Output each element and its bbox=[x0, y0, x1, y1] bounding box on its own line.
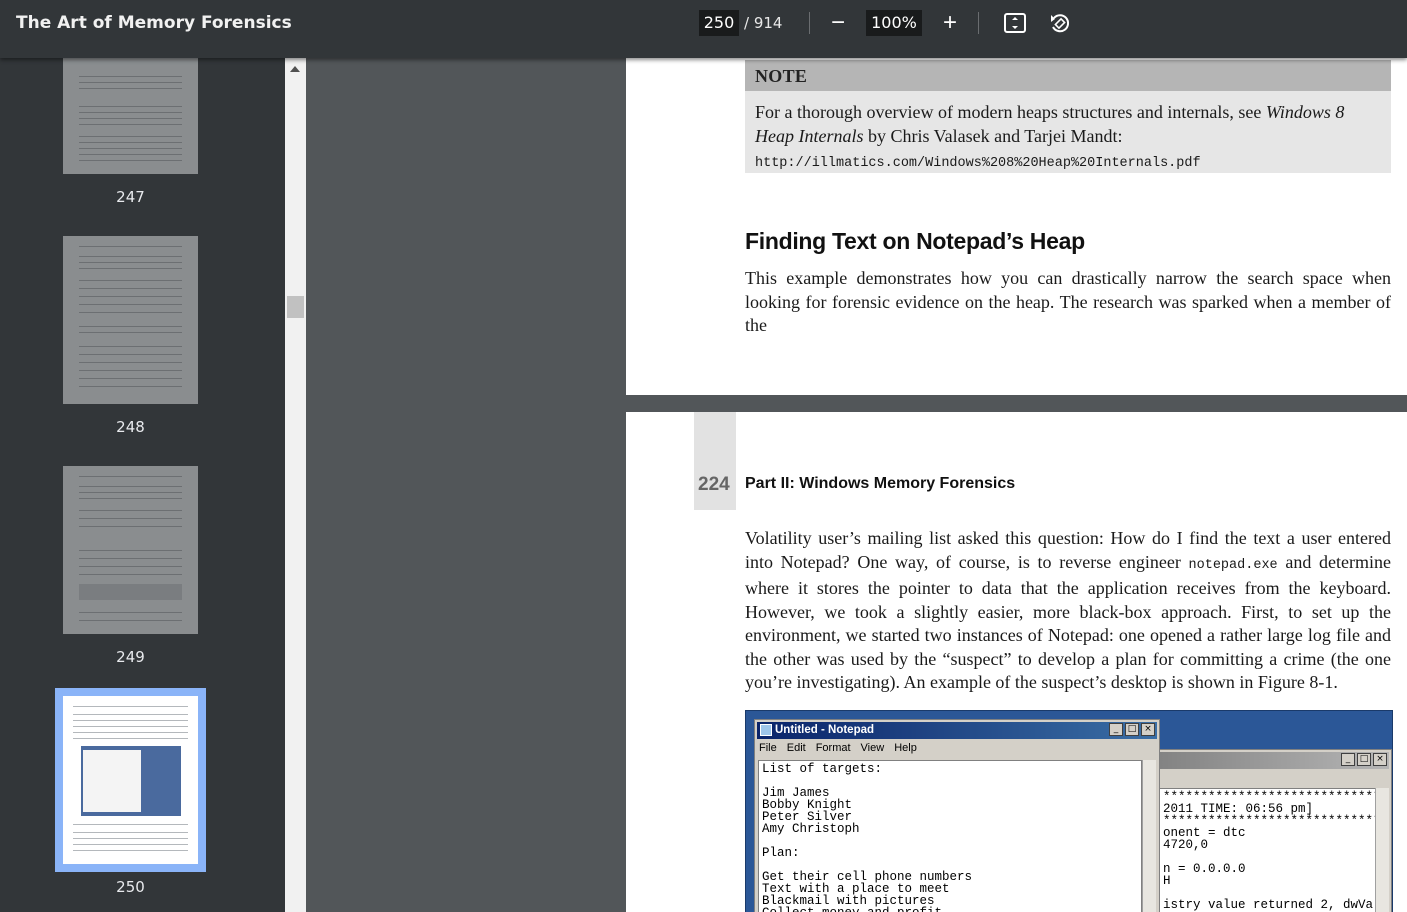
thumbnail-sidebar: 247 248 249 250 bbox=[0, 58, 285, 912]
minimize-icon: _ bbox=[1341, 753, 1355, 766]
note-box: NOTE For a thorough overview of modern h… bbox=[745, 60, 1391, 173]
log-scrollbar bbox=[1375, 788, 1389, 912]
zoom-out-button[interactable]: − bbox=[824, 8, 852, 38]
pdf-page: NOTE For a thorough overview of modern h… bbox=[626, 58, 1407, 395]
thumbnail-page-247[interactable] bbox=[63, 58, 198, 174]
thumbnail-label: 248 bbox=[116, 418, 145, 436]
section-heading: Finding Text on Notepad’s Heap bbox=[745, 228, 1085, 254]
thumbnail-page-250[interactable] bbox=[63, 696, 198, 864]
notepad-scrollbar bbox=[1142, 760, 1156, 912]
notepad-menu: File Edit Format View Help bbox=[759, 742, 917, 754]
paragraph: Volatility user’s mailing list asked thi… bbox=[745, 528, 1391, 692]
paragraph: This example demonstrates how you can dr… bbox=[745, 268, 1391, 335]
toolbar-divider bbox=[978, 12, 979, 34]
minimize-icon: _ bbox=[1109, 723, 1123, 736]
total-pages: / 914 bbox=[744, 14, 783, 32]
note-url[interactable]: http://illmatics.com/Windows%208%20Heap%… bbox=[755, 156, 1201, 171]
notepad-app-icon bbox=[760, 724, 772, 736]
thumbnail-page-248[interactable] bbox=[63, 236, 198, 404]
scrollbar-thumb[interactable] bbox=[287, 296, 304, 318]
log-window: _ □ × **********************************… bbox=[1144, 749, 1392, 912]
notepad-text: List of targets: Jim James Bobby Knight … bbox=[758, 760, 1142, 912]
document-title: The Art of Memory Forensics bbox=[16, 13, 292, 33]
note-text: For a thorough overview of modern heaps … bbox=[755, 102, 1345, 171]
sidebar-scrollbar[interactable] bbox=[285, 58, 306, 912]
zoom-in-button[interactable]: + bbox=[936, 8, 964, 38]
current-page-input[interactable]: 250 bbox=[699, 10, 739, 36]
pdf-page: 224 Part II: Windows Memory Forensics Vo… bbox=[626, 412, 1407, 912]
close-icon: × bbox=[1373, 753, 1387, 766]
thumbnail-label: 247 bbox=[116, 188, 145, 206]
thumbnail-label: 250 bbox=[116, 878, 145, 896]
fit-to-page-icon[interactable] bbox=[1002, 10, 1028, 36]
scroll-up-arrow-icon[interactable] bbox=[290, 66, 300, 72]
close-icon: × bbox=[1141, 723, 1155, 736]
rotate-icon[interactable] bbox=[1047, 10, 1073, 36]
notepad-title: Untitled - Notepad bbox=[757, 722, 1157, 739]
pdf-toolbar: The Art of Memory Forensics 250 / 914 − … bbox=[0, 0, 1407, 58]
thumbnail-label: 249 bbox=[116, 648, 145, 666]
notepad-window: Untitled - Notepad _ □ × File Edit Format V… bbox=[754, 719, 1160, 912]
zoom-level-input[interactable]: 100% bbox=[866, 10, 922, 36]
note-heading: NOTE bbox=[755, 66, 808, 86]
toolbar-divider bbox=[809, 12, 810, 34]
log-text: ************************************ 201… bbox=[1159, 788, 1389, 912]
figure-screenshot: _ □ × **********************************… bbox=[745, 710, 1393, 912]
thumbnail-page-249[interactable] bbox=[63, 466, 198, 634]
running-header: Part II: Windows Memory Forensics bbox=[745, 475, 1016, 492]
maximize-icon: □ bbox=[1125, 723, 1139, 736]
maximize-icon: □ bbox=[1357, 753, 1371, 766]
page-number: 224 bbox=[698, 474, 730, 495]
